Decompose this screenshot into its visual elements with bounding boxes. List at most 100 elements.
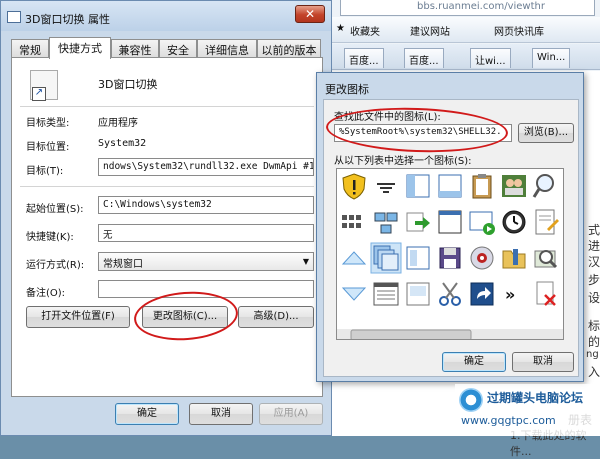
change-icon-body: 查找此文件中的图标(L): %SystemRoot%\system32\SHEL… <box>323 99 579 377</box>
window-icon <box>406 174 430 198</box>
floppy-icon <box>439 247 461 269</box>
address-url: bbs.ruanmei.com/viewthr <box>417 1 545 12</box>
page-text: ng <box>586 349 599 360</box>
search-map-icon <box>534 250 558 269</box>
page-text: 汉 <box>588 255 600 269</box>
icon-grid[interactable]: » <box>336 168 564 340</box>
scissors-icon <box>439 282 461 306</box>
run-select[interactable]: 常规窗口 ▼ <box>98 252 314 271</box>
watermark-title: 过期罐头电脑论坛 <box>487 391 584 405</box>
run-label: 运行方式(R): <box>26 260 85 271</box>
clock-icon <box>502 210 526 234</box>
window-blank-icon <box>438 174 462 198</box>
comment-input[interactable] <box>98 280 314 298</box>
tab-shortcut[interactable]: 快捷方式 <box>49 37 111 59</box>
browser-tab-2[interactable]: 百度... <box>404 48 444 68</box>
cancel-button[interactable]: 取消 <box>189 403 253 425</box>
forum-watermark: 过期罐头电脑论坛 www.gqgtpc.com <box>455 384 600 436</box>
forward-arrow-icon <box>406 212 430 232</box>
window-frame-icon <box>438 210 462 234</box>
window-icon <box>7 11 21 23</box>
webslice-link[interactable]: 网页快讯库 <box>494 23 544 38</box>
shield-icon <box>342 173 366 200</box>
folder-icon <box>502 249 526 269</box>
doc-delete-icon <box>536 281 556 306</box>
tab-general[interactable]: 常规 <box>11 39 49 58</box>
start-in-label: 起始位置(S): <box>26 204 84 215</box>
address-bar[interactable]: bbs.ruanmei.com/viewthr <box>340 0 595 16</box>
tab-details[interactable]: 详细信息 <box>197 39 257 58</box>
svg-text:»: » <box>505 285 515 304</box>
find-icons-label: 查找此文件中的图标(L): <box>334 112 441 123</box>
stack-icon <box>373 245 399 271</box>
shortcut-key-input[interactable]: 无 <box>98 224 314 242</box>
picture-icon <box>406 246 430 270</box>
change-icon-title[interactable]: 更改图标 <box>325 81 369 97</box>
icon-file-path-input[interactable]: %SystemRoot%\system32\SHELL32. <box>334 124 512 142</box>
grid-icon <box>342 215 361 228</box>
page-text: 步 <box>588 273 600 287</box>
target-label: 目标(T): <box>26 166 64 177</box>
desktop-icon <box>406 282 430 306</box>
target-location-label: 目标位置: <box>26 142 70 153</box>
page-text: 的 <box>588 335 600 349</box>
change-icon-dialog: 更改图标 查找此文件中的图标(L): %SystemRoot%\system32… <box>316 72 584 382</box>
open-file-location-button[interactable]: 打开文件位置(F) <box>26 306 130 328</box>
divider <box>20 106 314 107</box>
favorites-label[interactable]: 收藏夹 <box>350 23 380 38</box>
target-type-label: 目标类型: <box>26 118 70 129</box>
magnifier-icon <box>532 174 554 198</box>
shortcut-tab-panel: 3D窗口切换 目标类型: 应用程序 目标位置: System32 目标(T): … <box>11 57 323 397</box>
forum-logo-icon <box>459 388 483 412</box>
icon-grid-canvas: » <box>337 173 563 339</box>
shortcut-key-label: 快捷键(K): <box>26 232 74 243</box>
page-text: 入 <box>588 365 600 379</box>
disc-icon <box>470 246 494 270</box>
change-icon-ok-button[interactable]: 确定 <box>442 352 506 372</box>
browse-button[interactable]: 浏览(B)... <box>518 123 574 143</box>
users-icon <box>502 175 526 197</box>
change-icon-button[interactable]: 更改图标(C)... <box>142 306 228 328</box>
double-chevron-icon: » <box>505 285 515 304</box>
select-icon-label: 从以下列表中选择一个图标(S): <box>334 156 472 167</box>
divider <box>20 186 314 187</box>
dialog-title-bar[interactable]: 3D窗口切换 属性 ✕ <box>1 1 331 31</box>
apply-button[interactable]: 应用(A) <box>259 403 323 425</box>
browser-tabs: 百度... 百度... 让wi... Win... <box>330 44 600 70</box>
up-arrow-icon <box>341 251 367 265</box>
media-icon <box>469 211 495 235</box>
app-name: 3D窗口切换 <box>98 78 158 91</box>
target-input[interactable]: ndows\System32\rundll32.exe DwmApi #105 <box>98 158 314 176</box>
list-window-icon <box>373 282 399 306</box>
browser-tab-4[interactable]: Win... <box>532 48 571 68</box>
close-button[interactable]: ✕ <box>295 5 325 23</box>
browser-tab-1[interactable]: 百度... <box>344 48 384 68</box>
page-text: 进 <box>588 239 600 253</box>
target-location-value: System32 <box>98 138 147 149</box>
page-text: 式 <box>588 223 600 237</box>
clipboard-icon <box>472 174 492 199</box>
change-icon-cancel-button[interactable]: 取消 <box>512 352 574 372</box>
network-icon <box>374 212 398 234</box>
ok-button[interactable]: 确定 <box>115 403 179 425</box>
favorites-bar: ★ 收藏夹 建议网站 网页快讯库 <box>330 17 600 43</box>
target-type-value: 应用程序 <box>98 118 138 129</box>
advanced-button[interactable]: 高级(D)... <box>238 306 314 328</box>
shortcut-arrow-icon <box>470 282 494 306</box>
lines-icon <box>377 183 395 193</box>
shortcut-properties-dialog: 3D窗口切换 属性 ✕ 常规 快捷方式 兼容性 安全 详细信息 以前的版本 3D… <box>0 0 332 436</box>
chevron-down-icon: ▼ <box>302 257 309 266</box>
tab-security[interactable]: 安全 <box>159 39 197 58</box>
page-text: 设 <box>588 291 600 305</box>
run-select-value: 常规窗口 <box>103 259 143 270</box>
tab-compatibility[interactable]: 兼容性 <box>111 39 159 58</box>
comment-label: 备注(O): <box>26 288 66 299</box>
dialog-title: 3D窗口切换 属性 <box>25 13 110 26</box>
start-in-input[interactable]: C:\Windows\system32 <box>98 196 314 214</box>
page-text: 标 <box>588 319 600 333</box>
favorites-star-icon[interactable]: ★ <box>336 23 345 34</box>
browser-tab-3[interactable]: 让wi... <box>470 48 511 68</box>
watermark-url: www.gqgtpc.com <box>461 414 556 427</box>
suggested-sites-link[interactable]: 建议网站 <box>410 23 450 38</box>
tab-previous-versions[interactable]: 以前的版本 <box>257 39 321 58</box>
